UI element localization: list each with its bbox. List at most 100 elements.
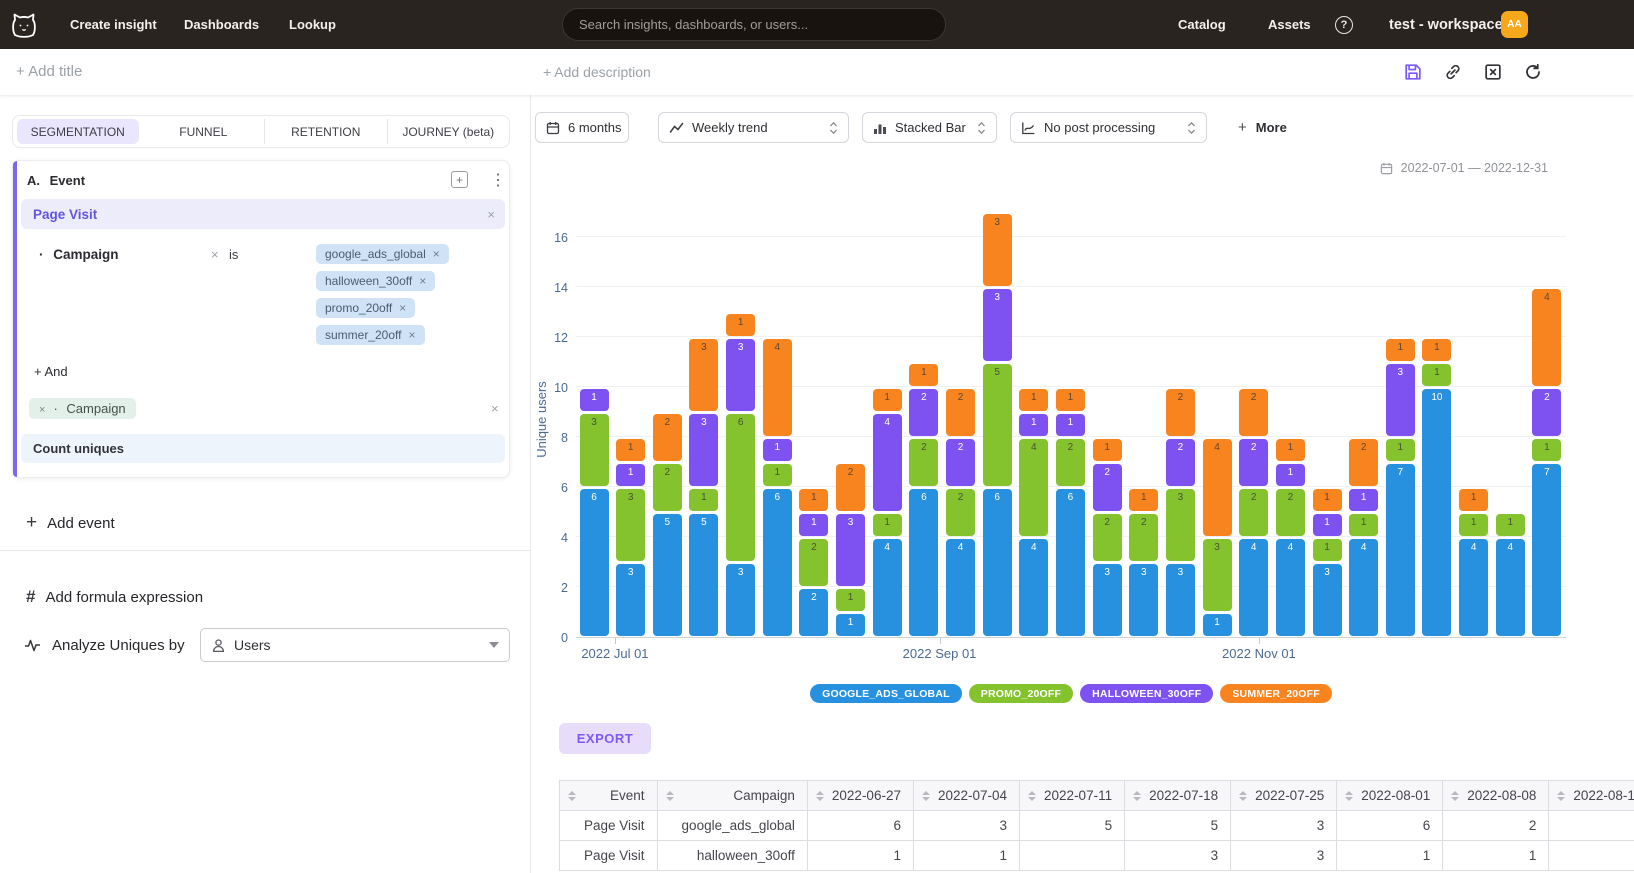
- bar-segment-summer_20off[interactable]: 1: [616, 439, 645, 461]
- tab-retention[interactable]: RETENTION: [264, 119, 387, 144]
- remove-value-icon[interactable]: ×: [408, 328, 415, 342]
- save-icon[interactable]: [1403, 62, 1423, 82]
- workspace-name[interactable]: test - workspace: [1389, 0, 1503, 49]
- bar-segment-promo_20off[interactable]: 2: [1093, 514, 1122, 561]
- bar-segment-summer_20off[interactable]: 2: [836, 464, 865, 511]
- legend-pill-promo_20off[interactable]: PROMO_20OFF: [969, 684, 1073, 703]
- bar-segment-halloween_30off[interactable]: 1: [1019, 414, 1048, 436]
- remove-value-icon[interactable]: ×: [399, 301, 406, 315]
- bar-segment-summer_20off[interactable]: 2: [1166, 389, 1195, 436]
- remove-filter-icon[interactable]: ×: [211, 247, 219, 262]
- bar-segment-promo_20off[interactable]: 3: [1203, 539, 1232, 611]
- bar-segment-summer_20off[interactable]: 1: [1056, 389, 1085, 411]
- bar-segment-halloween_30off[interactable]: 1: [799, 514, 828, 536]
- bar-segment-halloween_30off[interactable]: 1: [763, 439, 792, 461]
- table-header-cell[interactable]: 2022-07-11: [1020, 781, 1125, 811]
- add-title-field[interactable]: + Add title: [16, 63, 82, 80]
- bar-segment-promo_20off[interactable]: 1: [1313, 539, 1342, 561]
- bar-segment-promo_20off[interactable]: 2: [946, 489, 975, 536]
- bar-segment-summer_20off[interactable]: 1: [1422, 339, 1451, 361]
- add-event-button[interactable]: + Add event: [26, 512, 115, 534]
- table-header-cell[interactable]: 2022-07-18: [1125, 781, 1231, 811]
- bar-segment-promo_20off[interactable]: 1: [1496, 514, 1525, 536]
- bar-segment-halloween_30off[interactable]: 3: [836, 514, 865, 586]
- bar-segment-google_ads_global[interactable]: 4: [1239, 539, 1268, 636]
- bar-segment-summer_20off[interactable]: 1: [1019, 389, 1048, 411]
- bar-segment-promo_20off[interactable]: 1: [1532, 439, 1561, 461]
- table-header-cell[interactable]: Event: [560, 781, 658, 811]
- nav-catalog[interactable]: Catalog: [1178, 0, 1226, 49]
- event-name-row[interactable]: Page Visit ×: [21, 199, 505, 229]
- bar-segment-promo_20off[interactable]: 1: [689, 489, 718, 511]
- table-header-cell[interactable]: 2022-06-27: [807, 781, 913, 811]
- table-header-cell[interactable]: 2022-07-04: [913, 781, 1019, 811]
- tab-funnel[interactable]: FUNNEL: [143, 119, 265, 144]
- breakdown-tag[interactable]: ×· Campaign: [29, 398, 136, 419]
- bar-segment-google_ads_global[interactable]: 3: [1166, 564, 1195, 636]
- chart-type-select[interactable]: Stacked Bar: [862, 112, 997, 143]
- remove-value-icon[interactable]: ×: [433, 247, 440, 261]
- bar-segment-promo_20off[interactable]: 2: [1056, 439, 1085, 486]
- bar-segment-promo_20off[interactable]: 6: [726, 414, 755, 561]
- bar-segment-google_ads_global[interactable]: 2: [799, 589, 828, 636]
- table-header-cell[interactable]: 2022-07-25: [1231, 781, 1337, 811]
- bar-segment-google_ads_global[interactable]: 1: [1203, 614, 1232, 636]
- logo-cat-icon[interactable]: [9, 10, 39, 40]
- bar-segment-summer_20off[interactable]: 3: [983, 214, 1012, 286]
- bar-segment-google_ads_global[interactable]: 6: [1056, 489, 1085, 636]
- bar-segment-halloween_30off[interactable]: 2: [946, 439, 975, 486]
- help-icon[interactable]: ?: [1335, 16, 1353, 34]
- table-header-cell[interactable]: Campaign: [657, 781, 807, 811]
- bar-segment-google_ads_global[interactable]: 4: [1276, 539, 1305, 636]
- bar-segment-promo_20off[interactable]: 2: [653, 464, 682, 511]
- bar-segment-google_ads_global[interactable]: 3: [1129, 564, 1158, 636]
- bar-segment-google_ads_global[interactable]: 4: [946, 539, 975, 636]
- nav-create-insight[interactable]: Create insight: [70, 0, 157, 49]
- bar-segment-summer_20off[interactable]: 3: [689, 339, 718, 411]
- chart-date-range[interactable]: 2022-07-01 — 2022-12-31: [1380, 161, 1548, 175]
- event-menu-kebab-icon[interactable]: ⋮: [490, 170, 506, 190]
- bar-segment-summer_20off[interactable]: 2: [1239, 389, 1268, 436]
- add-formula-button[interactable]: # Add formula expression: [26, 587, 203, 607]
- bar-segment-halloween_30off[interactable]: 3: [689, 414, 718, 486]
- filter-value-tag[interactable]: promo_20off×: [316, 298, 415, 318]
- bar-segment-halloween_30off[interactable]: 2: [1239, 439, 1268, 486]
- table-header-cell[interactable]: 2022-08-01: [1337, 781, 1443, 811]
- bar-segment-promo_20off[interactable]: 3: [616, 489, 645, 561]
- bar-segment-summer_20off[interactable]: 2: [946, 389, 975, 436]
- bar-segment-google_ads_global[interactable]: 7: [1532, 464, 1561, 636]
- bar-segment-halloween_30off[interactable]: 2: [909, 389, 938, 436]
- bar-segment-promo_20off[interactable]: 1: [1422, 364, 1451, 386]
- bar-segment-halloween_30off[interactable]: 3: [983, 289, 1012, 361]
- bar-segment-halloween_30off[interactable]: 2: [1166, 439, 1195, 486]
- bar-segment-promo_20off[interactable]: 1: [763, 464, 792, 486]
- analyze-by-select[interactable]: Users: [200, 628, 510, 662]
- refresh-icon[interactable]: [1523, 62, 1543, 82]
- bar-segment-google_ads_global[interactable]: 4: [1496, 539, 1525, 636]
- bar-segment-promo_20off[interactable]: 1: [1386, 439, 1415, 461]
- nav-assets[interactable]: Assets: [1268, 0, 1311, 49]
- remove-event-icon[interactable]: ×: [487, 207, 495, 222]
- bar-segment-promo_20off[interactable]: 3: [580, 414, 609, 486]
- bar-segment-google_ads_global[interactable]: 5: [689, 514, 718, 636]
- bar-segment-summer_20off[interactable]: 1: [726, 314, 755, 336]
- bar-segment-summer_20off[interactable]: 2: [653, 414, 682, 461]
- bar-segment-promo_20off[interactable]: 1: [873, 514, 902, 536]
- bar-segment-halloween_30off[interactable]: 1: [616, 464, 645, 486]
- bar-segment-google_ads_global[interactable]: 6: [909, 489, 938, 636]
- bar-segment-google_ads_global[interactable]: 3: [726, 564, 755, 636]
- bar-segment-google_ads_global[interactable]: 6: [763, 489, 792, 636]
- nav-lookup[interactable]: Lookup: [289, 0, 336, 49]
- table-header-cell[interactable]: 2022-08-08: [1443, 781, 1549, 811]
- aggregation-row[interactable]: Count uniques: [21, 434, 505, 463]
- bar-segment-google_ads_global[interactable]: 3: [616, 564, 645, 636]
- bar-segment-promo_20off[interactable]: 3: [1166, 489, 1195, 561]
- duplicate-event-icon[interactable]: +: [451, 171, 468, 188]
- avatar[interactable]: AA: [1501, 11, 1528, 38]
- filter-operator[interactable]: is: [229, 247, 238, 262]
- bar-segment-halloween_30off[interactable]: 1: [1313, 514, 1342, 536]
- bar-segment-halloween_30off[interactable]: 2: [1093, 464, 1122, 511]
- remove-breakdown-row-icon[interactable]: ×: [491, 401, 499, 416]
- bar-segment-promo_20off[interactable]: 1: [836, 589, 865, 611]
- bar-segment-halloween_30off[interactable]: 2: [1532, 389, 1561, 436]
